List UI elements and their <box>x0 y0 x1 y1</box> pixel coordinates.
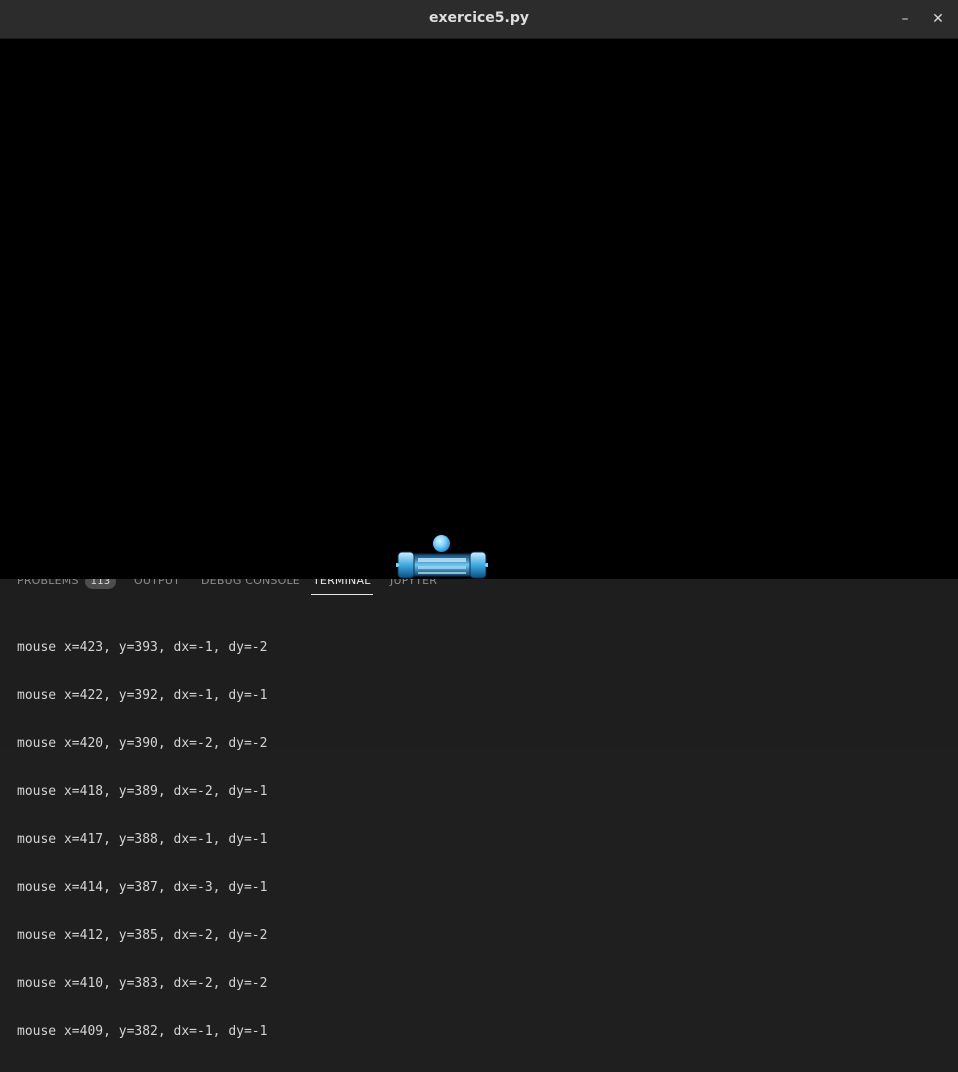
terminal-line: mouse x=417, y=388, dx=-1, dy=-1 <box>17 832 268 847</box>
window-title: exercice5.py <box>428 10 530 26</box>
game-window: exercice5.py – ✕ <box>0 0 958 579</box>
window-titlebar[interactable]: exercice5.py – ✕ <box>0 0 958 39</box>
terminal-line: mouse x=423, y=393, dx=-1, dy=-2 <box>17 640 268 655</box>
paddle-icon <box>396 551 488 579</box>
vscode-panel: PROBLEMS 113 OUTPUT DEBUG CONSOLE TERMINA… <box>0 560 958 1039</box>
terminal-line: mouse x=420, y=390, dx=-2, dy=-2 <box>17 736 268 751</box>
terminal-line: mouse x=414, y=387, dx=-3, dy=-1 <box>17 880 268 895</box>
minimize-button[interactable]: – <box>895 9 915 29</box>
terminal-line: mouse x=412, y=385, dx=-2, dy=-2 <box>17 928 268 943</box>
terminal-line: mouse x=418, y=389, dx=-2, dy=-1 <box>17 784 268 799</box>
terminal-line: mouse x=410, y=383, dx=-2, dy=-2 <box>17 976 268 991</box>
game-canvas[interactable] <box>0 39 958 579</box>
terminal-line: mouse x=422, y=392, dx=-1, dy=-1 <box>17 688 268 703</box>
terminal-output[interactable]: mouse x=423, y=393, dx=-1, dy=-2 mouse x… <box>17 608 958 1072</box>
terminal-line: mouse x=409, y=382, dx=-1, dy=-1 <box>17 1024 268 1039</box>
close-button[interactable]: ✕ <box>928 9 948 29</box>
